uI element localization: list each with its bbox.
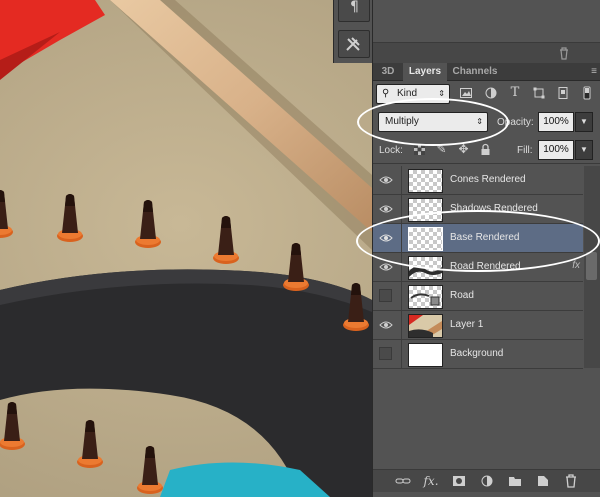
layer-name: Road xyxy=(450,290,474,301)
fill-label: Fill: xyxy=(517,145,533,156)
shape-filter-icon[interactable] xyxy=(532,86,546,100)
row-divider xyxy=(401,340,402,368)
fx-badge-icon[interactable]: fx xyxy=(572,260,580,271)
folder-icon[interactable] xyxy=(507,473,523,489)
fx-icon[interactable]: fx. xyxy=(423,473,439,489)
tab-layers[interactable]: Layers xyxy=(403,63,447,81)
eye-icon[interactable] xyxy=(379,202,393,216)
layer-row[interactable]: Background xyxy=(373,340,583,369)
type-filter-icon[interactable]: T xyxy=(508,86,522,100)
smart-object-filter-icon[interactable] xyxy=(556,86,570,100)
scrollbar-thumb[interactable] xyxy=(586,252,597,280)
row-divider xyxy=(401,166,402,194)
upper-panel xyxy=(372,0,600,63)
panel-tabs: 3D Layers Channels ≡ xyxy=(373,63,600,81)
panel-menu-icon[interactable]: ≡ xyxy=(591,66,597,77)
new-layer-icon[interactable] xyxy=(535,473,551,489)
opacity-input[interactable]: 100% xyxy=(538,112,574,132)
layer-name: Layer 1 xyxy=(450,319,484,330)
adjustment-filter-icon[interactable] xyxy=(484,86,498,100)
search-icon: ⚲ xyxy=(382,88,390,99)
panel-dock-strip: ¶ xyxy=(333,0,373,63)
upper-panel-footer xyxy=(373,42,600,63)
tab-3d[interactable]: 3D xyxy=(375,63,401,80)
mask-icon[interactable] xyxy=(451,473,467,489)
layer-name: Cones Rendered xyxy=(450,174,526,185)
layer-thumbnail xyxy=(408,314,443,338)
lock-position-icon[interactable]: ✥ xyxy=(457,143,470,156)
layer-list-scrollbar[interactable] xyxy=(584,166,600,368)
eye-icon[interactable] xyxy=(379,318,393,332)
layer-row[interactable]: Cones Rendered xyxy=(373,166,583,195)
annotation-ellipse-blend-mode xyxy=(357,98,509,146)
lock-label: Lock: xyxy=(379,145,403,156)
fill-input[interactable]: 100% xyxy=(538,140,574,160)
layer-row[interactable]: Layer 1 xyxy=(373,311,583,340)
image-filter-icon[interactable] xyxy=(459,86,473,100)
tab-channels[interactable]: Channels xyxy=(449,63,501,80)
opacity-dropdown-button[interactable]: ▼ xyxy=(575,112,593,132)
svg-text:¶: ¶ xyxy=(350,0,359,15)
annotation-ellipse-base-layer xyxy=(356,210,600,272)
link-icon[interactable] xyxy=(395,473,411,489)
paragraph-icon: ¶ xyxy=(350,0,359,15)
visibility-toggle-off[interactable] xyxy=(379,289,392,302)
lock-all-icon[interactable] xyxy=(479,143,492,156)
layer-name: Background xyxy=(450,348,504,359)
visibility-toggle-off[interactable] xyxy=(379,347,392,360)
layer-row[interactable]: Road xyxy=(373,282,583,311)
adjustment-icon[interactable] xyxy=(479,473,495,489)
eye-icon[interactable] xyxy=(379,173,393,187)
tool-presets-button[interactable] xyxy=(338,30,370,58)
row-divider xyxy=(401,311,402,339)
paragraph-panel-button[interactable]: ¶ xyxy=(338,0,370,22)
layer-thumbnail xyxy=(408,343,443,367)
layer-thumbnail xyxy=(408,169,443,193)
trash-icon[interactable] xyxy=(557,46,571,60)
fill-dropdown-button[interactable]: ▼ xyxy=(575,140,593,160)
trash-icon[interactable] xyxy=(563,473,579,489)
layer-thumbnail xyxy=(408,285,443,309)
row-divider xyxy=(401,282,402,310)
tools-icon xyxy=(346,37,360,51)
filter-toggle-icon[interactable] xyxy=(580,86,594,100)
layers-bottom-toolbar: fx. xyxy=(373,469,600,492)
